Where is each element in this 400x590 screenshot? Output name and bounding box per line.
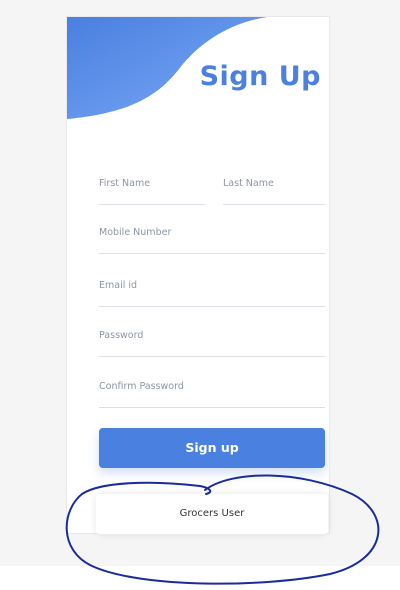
page-title: Sign Up (199, 61, 321, 92)
email-field[interactable]: Email id (99, 280, 325, 307)
sign-up-button[interactable]: Sign up (99, 428, 325, 468)
mobile-number-field[interactable]: Mobile Number (99, 227, 325, 254)
email-placeholder: Email id (99, 280, 138, 291)
grocers-user-tab[interactable]: Grocers User (96, 494, 328, 534)
confirm-password-placeholder: Confirm Password (99, 381, 184, 392)
last-name-field[interactable]: Last Name (223, 178, 325, 205)
last-name-placeholder: Last Name (223, 178, 274, 189)
first-name-placeholder: First Name (99, 178, 151, 189)
password-placeholder: Password (99, 330, 144, 341)
signup-card: Sign Up First Name Last Name Mobile Numb… (66, 16, 330, 534)
password-field[interactable]: Password (99, 330, 325, 357)
mobile-number-placeholder: Mobile Number (99, 227, 172, 238)
confirm-password-field[interactable]: Confirm Password (99, 381, 325, 408)
first-name-field[interactable]: First Name (99, 178, 205, 205)
